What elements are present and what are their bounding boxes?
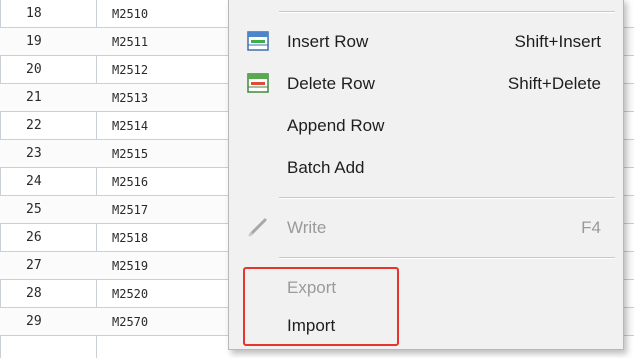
row-number-cell[interactable]: 23 xyxy=(26,140,86,168)
insert-row-icon xyxy=(247,31,269,51)
menu-separator xyxy=(279,197,615,199)
menu-item-label: Delete Row xyxy=(287,74,375,93)
address-cell[interactable]: M2516 xyxy=(112,168,232,196)
row-number-cell[interactable]: 18 xyxy=(26,0,86,28)
menu-item-write[interactable]: Write F4 xyxy=(237,209,617,247)
row-number-cell[interactable]: 29 xyxy=(26,308,86,336)
address-cell[interactable]: M2517 xyxy=(112,196,232,224)
row-number-cell[interactable]: 19 xyxy=(26,28,86,56)
address-cell[interactable]: M2520 xyxy=(112,280,232,308)
menu-item-label: Insert Row xyxy=(287,32,369,51)
row-number-cell[interactable]: 22 xyxy=(26,112,86,140)
row-number-cell[interactable]: 25 xyxy=(26,196,86,224)
menu-item-shortcut: Shift+Insert xyxy=(514,32,601,51)
address-cell[interactable]: M2519 xyxy=(112,252,232,280)
menu-separator xyxy=(279,11,615,13)
address-cell[interactable]: M2513 xyxy=(112,84,232,112)
highlight-box xyxy=(243,267,399,346)
address-cell[interactable]: M2512 xyxy=(112,56,232,84)
menu-item-append-row[interactable]: Append Row xyxy=(237,107,617,145)
address-cell[interactable]: M2511 xyxy=(112,28,232,56)
row-number-cell[interactable]: 27 xyxy=(26,252,86,280)
menu-separator xyxy=(279,257,615,259)
row-number-cell[interactable]: 28 xyxy=(26,280,86,308)
address-cell[interactable]: M2514 xyxy=(112,112,232,140)
menu-item-label: Append Row xyxy=(287,116,385,135)
row-number-cell[interactable]: 20 xyxy=(26,56,86,84)
menu-item-label: Batch Add xyxy=(287,158,365,177)
row-number-cell[interactable]: 24 xyxy=(26,168,86,196)
context-menu: Insert Row Shift+Insert Delete Row Shift… xyxy=(228,0,624,350)
menu-item-batch-add[interactable]: Batch Add xyxy=(237,149,617,187)
address-cell[interactable]: M2515 xyxy=(112,140,232,168)
menu-item-delete-row[interactable]: Delete Row Shift+Delete xyxy=(237,65,617,103)
menu-item-shortcut: Shift+Delete xyxy=(507,74,601,93)
menu-item-shortcut: F4 xyxy=(581,218,601,237)
menu-item-insert-row[interactable]: Insert Row Shift+Insert xyxy=(237,23,617,61)
delete-row-icon xyxy=(247,73,269,93)
pencil-icon xyxy=(247,217,269,237)
address-cell[interactable]: M2570 xyxy=(112,308,232,336)
row-number-cell[interactable]: 26 xyxy=(26,224,86,252)
row-number-cell[interactable]: 21 xyxy=(26,84,86,112)
address-cell[interactable]: M2510 xyxy=(112,0,232,28)
address-cell[interactable]: M2518 xyxy=(112,224,232,252)
menu-item-label: Write xyxy=(287,218,327,237)
